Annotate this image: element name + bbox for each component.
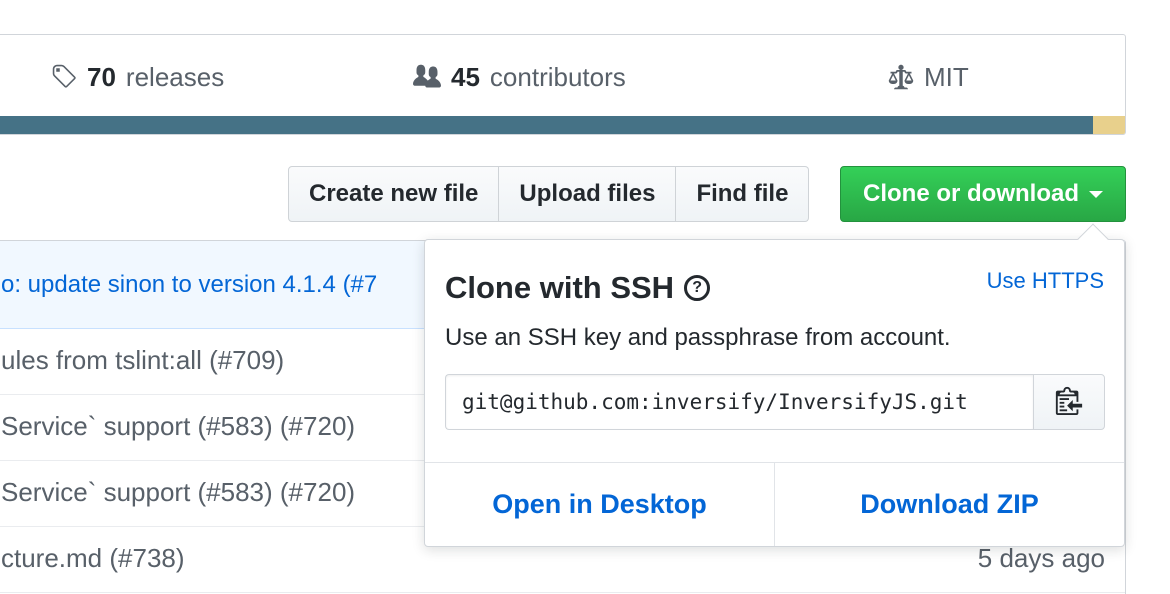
copy-to-clipboard-button[interactable]: [1033, 374, 1105, 430]
clone-panel-title-text: Clone with SSH: [445, 270, 675, 305]
clone-dropdown: Clone with SSH ? Use HTTPS Use an SSH ke…: [424, 223, 1125, 547]
clone-or-download-button[interactable]: Clone or download: [840, 166, 1126, 222]
clone-panel-title: Clone with SSH ?: [445, 270, 711, 306]
commit-age: 5 days ago: [977, 543, 1105, 573]
contributors-link[interactable]: 45 contributors: [411, 57, 626, 97]
license-label[interactable]: MIT: [924, 62, 969, 93]
law-icon: [886, 63, 916, 91]
question-icon[interactable]: ?: [684, 275, 711, 301]
tag-icon: [51, 63, 79, 91]
license-link[interactable]: MIT: [886, 57, 969, 97]
releases-count: 70: [87, 61, 116, 92]
commit-message[interactable]: Service` support (#583) (#720): [1, 411, 355, 442]
commit-message[interactable]: Service` support (#583) (#720): [1, 477, 355, 508]
create-new-file-button[interactable]: Create new file: [288, 166, 500, 222]
contributors-count: 45: [451, 61, 480, 92]
find-file-button[interactable]: Find file: [676, 166, 810, 222]
clone-or-download-label: Clone or download: [863, 180, 1079, 207]
repo-summary: 70 releases 45 contributors MIT: [0, 34, 1126, 135]
clone-panel-description: Use an SSH key and passphrase from accou…: [445, 324, 951, 351]
upload-files-button[interactable]: Upload files: [499, 166, 677, 222]
use-https-link[interactable]: Use HTTPS: [987, 268, 1104, 294]
dropdown-pointer: [1077, 223, 1109, 255]
file-navigation-buttons: Create new file Upload files Find file: [288, 166, 810, 222]
clone-url-input[interactable]: [445, 374, 1033, 430]
clone-panel-footer: Open in Desktop Download ZIP: [425, 462, 1124, 546]
language-segment-other[interactable]: [1093, 116, 1125, 134]
latest-commit-message[interactable]: o: update sinon to version 4.1.4 (#7: [1, 271, 377, 299]
people-icon: [411, 63, 443, 91]
caret-down-icon: [1089, 190, 1103, 198]
language-segment-typescript[interactable]: [0, 116, 1094, 134]
contributors-label[interactable]: contributors: [490, 62, 626, 93]
clone-url-group: [445, 374, 1105, 430]
commit-message[interactable]: ules from tslint:all (#709): [1, 345, 284, 376]
open-in-desktop-button[interactable]: Open in Desktop: [425, 463, 774, 546]
clipboard-icon: [1055, 385, 1083, 420]
releases-link[interactable]: 70 releases: [51, 57, 224, 97]
download-zip-button[interactable]: Download ZIP: [774, 463, 1124, 546]
language-bar[interactable]: [0, 116, 1125, 134]
commit-message[interactable]: cture.md (#738): [1, 543, 185, 574]
releases-label[interactable]: releases: [126, 62, 224, 93]
